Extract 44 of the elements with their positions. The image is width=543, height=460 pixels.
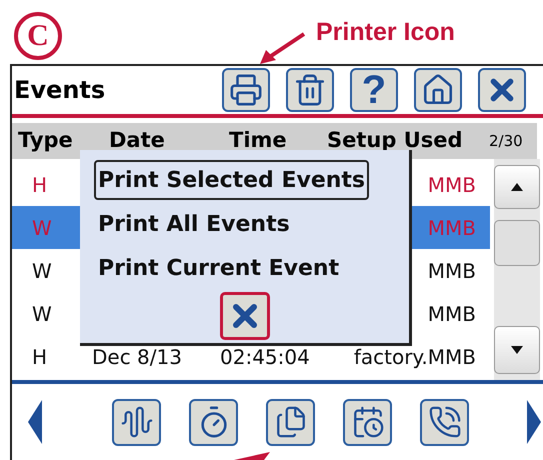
timer-button[interactable] <box>189 398 238 446</box>
menu-item[interactable]: Print All Events <box>94 204 294 244</box>
waveform-icon <box>120 405 154 439</box>
scroll-down-button[interactable] <box>494 326 540 374</box>
help-button[interactable]: ? <box>350 68 398 112</box>
table-cell-text: 02:45:04 <box>220 344 311 370</box>
close-button[interactable] <box>478 68 526 112</box>
column-header: Type <box>17 127 74 154</box>
column-header: Setup Used <box>327 127 464 154</box>
column-header: Time <box>229 127 288 154</box>
left-arrow-icon[interactable] <box>28 400 42 444</box>
events-button[interactable] <box>266 398 315 446</box>
up-arrow-icon <box>511 183 523 191</box>
phone-button[interactable] <box>420 398 469 446</box>
figure-label: C <box>14 12 62 60</box>
annotation-arrow <box>258 32 306 66</box>
print-button[interactable] <box>222 68 270 112</box>
annotation-label: Printer Icon <box>316 17 455 48</box>
scroll-thumb[interactable] <box>494 220 540 266</box>
table-cell-text: factory.MMB <box>354 344 476 370</box>
calendar-button[interactable] <box>343 398 392 446</box>
table-cell-text: H <box>31 344 48 370</box>
house-icon <box>421 73 455 107</box>
home-button[interactable] <box>414 68 462 112</box>
table-cell-text: MMB <box>428 214 476 242</box>
screen-title: Events <box>13 75 106 106</box>
table-cell-text: MMB <box>428 300 476 328</box>
scroll-up-button[interactable] <box>494 165 540 209</box>
menu-item[interactable]: Print Selected Events <box>94 160 370 200</box>
printer-icon <box>229 73 263 107</box>
menu-item[interactable]: Print Current Event <box>94 248 344 288</box>
waveform-button[interactable] <box>112 398 161 446</box>
annotation-arrow <box>234 452 270 460</box>
page-counter: 2/30 <box>489 130 523 152</box>
table-cell-text: W <box>31 214 53 242</box>
column-header: Date <box>109 127 166 154</box>
close-button[interactable] <box>220 292 270 340</box>
phone-icon <box>428 405 462 439</box>
down-arrow-icon <box>511 346 523 354</box>
trash-icon <box>293 73 327 107</box>
right-arrow-icon[interactable] <box>527 400 541 444</box>
table-cell-text: Dec 8/13 <box>92 344 183 370</box>
delete-button[interactable] <box>286 68 334 112</box>
table-cell-text: W <box>31 300 53 328</box>
